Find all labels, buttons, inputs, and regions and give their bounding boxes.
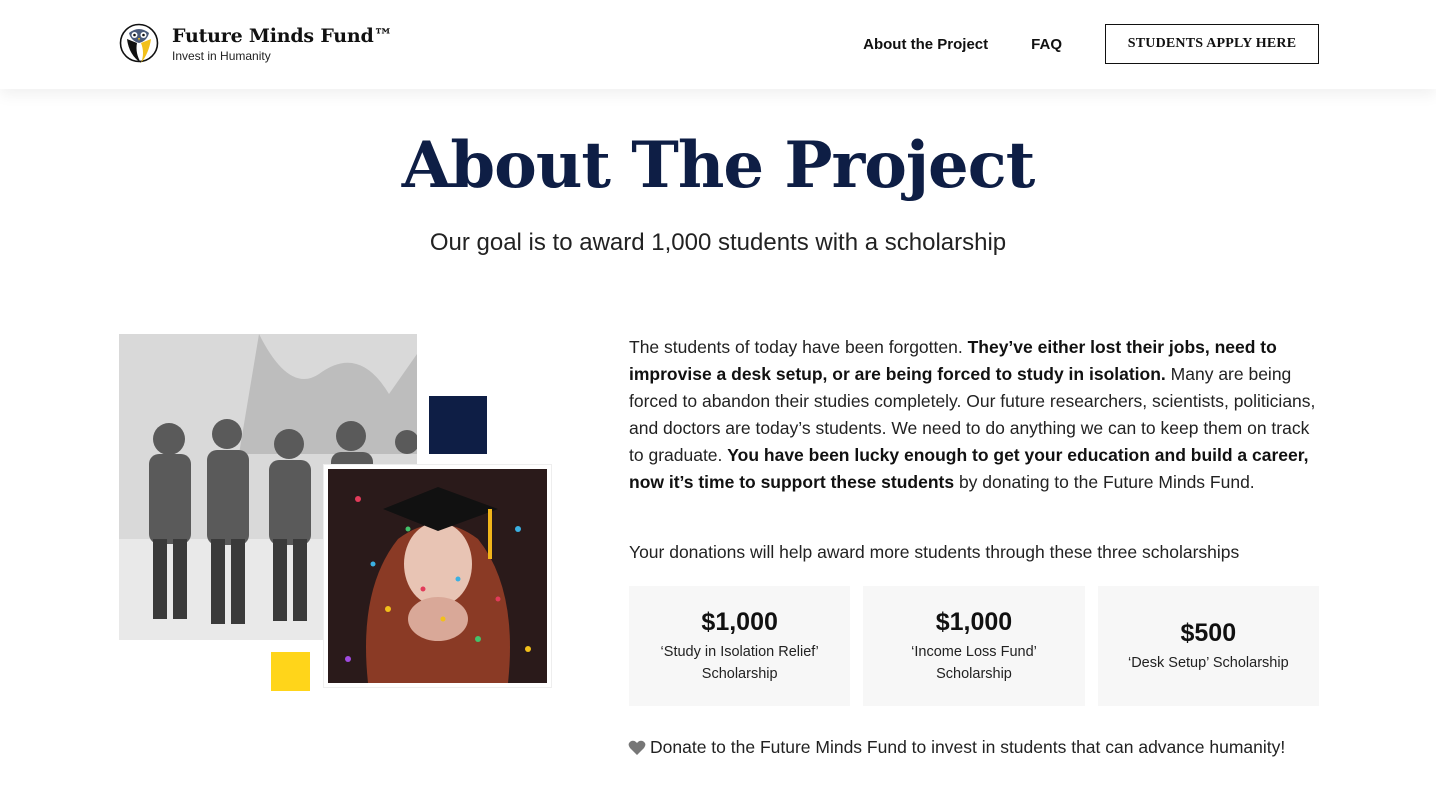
graduate-confetti-photo (324, 465, 551, 687)
page-title: About The Project (401, 128, 1036, 203)
scholarship-card: $1,000 ‘Study in Isolation Relief’ Schol… (629, 586, 851, 706)
logo-text: Future Minds Fund™ Invest in Humanity (172, 23, 393, 63)
scholarship-amount: $1,000 (935, 607, 1013, 636)
students-apply-button[interactable]: STUDENTS APPLY HERE (1105, 24, 1319, 64)
nav-about-link[interactable]: About the Project (863, 36, 988, 53)
heart-icon (628, 740, 646, 755)
donate-callout: Donate to the Future Minds Fund to inves… (628, 737, 1285, 758)
scholarship-amount: $1,000 (701, 607, 778, 636)
scholarship-cards: $1,000 ‘Study in Isolation Relief’ Schol… (629, 586, 1319, 706)
intro-text-3: by donating to the Future Minds Fund. (954, 472, 1255, 492)
decorative-yellow-square (271, 652, 310, 691)
logo-name: Future Minds Fund™ (172, 25, 393, 47)
scholarship-card: $500 ‘Desk Setup’ Scholarship (1097, 586, 1319, 706)
graduate-illustration (328, 469, 547, 683)
scholarship-card: $1,000 ‘Income Loss Fund’ Scholarship (863, 586, 1085, 706)
photo-collage (119, 334, 559, 694)
donations-lead-text: Your donations will help award more stud… (629, 542, 1240, 562)
scholarship-amount: $500 (1180, 618, 1237, 647)
site-header: Future Minds Fund™ Invest in Humanity Ab… (0, 0, 1436, 89)
donate-callout-text: Donate to the Future Minds Fund to inves… (650, 737, 1286, 757)
nav-faq-link[interactable]: FAQ (1031, 36, 1062, 53)
scholarship-name: ‘Income Loss Fund’ Scholarship (911, 643, 1037, 682)
scholarship-name: ‘Study in Isolation Relief’ Scholarship (660, 643, 819, 682)
intro-text-1: The students of today have been forgotte… (629, 337, 968, 357)
intro-paragraph: The students of today have been forgotte… (629, 334, 1319, 496)
scholarship-name: ‘Desk Setup’ Scholarship (1127, 654, 1289, 671)
owl-logo-icon (119, 23, 159, 63)
decorative-navy-square (429, 396, 487, 454)
site-logo[interactable]: Future Minds Fund™ Invest in Humanity (119, 19, 393, 67)
logo-tagline: Invest in Humanity (172, 49, 271, 63)
page-subtitle: Our goal is to award 1,000 students with… (429, 229, 1007, 256)
main-nav: About the Project FAQ STUDENTS APPLY HER… (863, 24, 1319, 64)
